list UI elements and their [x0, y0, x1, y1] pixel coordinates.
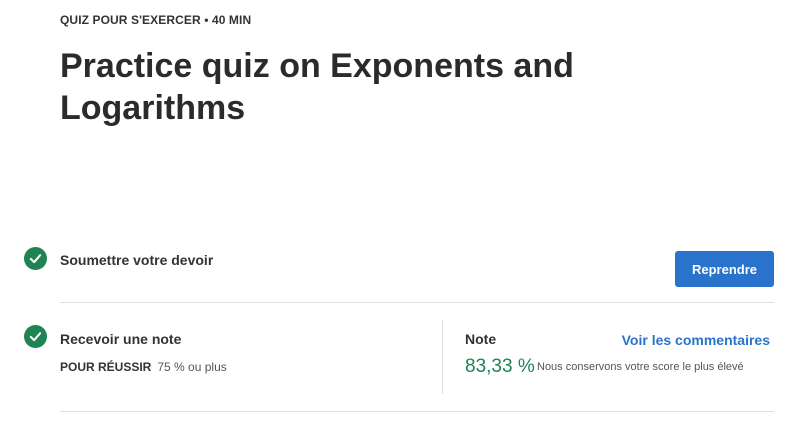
grade-heading: Note	[465, 331, 497, 347]
retake-button[interactable]: Reprendre	[675, 251, 774, 287]
passing-value: 75 % ou plus	[157, 360, 227, 374]
passing-requirement: POUR RÉUSSIR 75 % ou plus	[60, 360, 227, 374]
grade-note: Nous conservons votre score le plus élev…	[537, 361, 744, 373]
divider	[60, 302, 774, 303]
vertical-divider	[442, 320, 443, 394]
divider	[60, 411, 774, 412]
quiz-page: QUIZ POUR S'EXERCER • 40 MIN Practice qu…	[0, 0, 789, 422]
passing-label: POUR RÉUSSIR	[60, 360, 152, 374]
check-circle-icon	[24, 325, 47, 348]
quiz-meta: QUIZ POUR S'EXERCER • 40 MIN	[60, 13, 252, 27]
page-title: Practice quiz on Exponents and Logarithm…	[60, 47, 574, 127]
view-feedback-link[interactable]: Voir les commentaires	[622, 332, 770, 348]
grade-step-label: Recevoir une note	[60, 331, 182, 347]
grade-score: 83,33 %	[465, 356, 535, 377]
check-circle-icon	[24, 247, 47, 270]
submit-step-label: Soumettre votre devoir	[60, 252, 214, 268]
